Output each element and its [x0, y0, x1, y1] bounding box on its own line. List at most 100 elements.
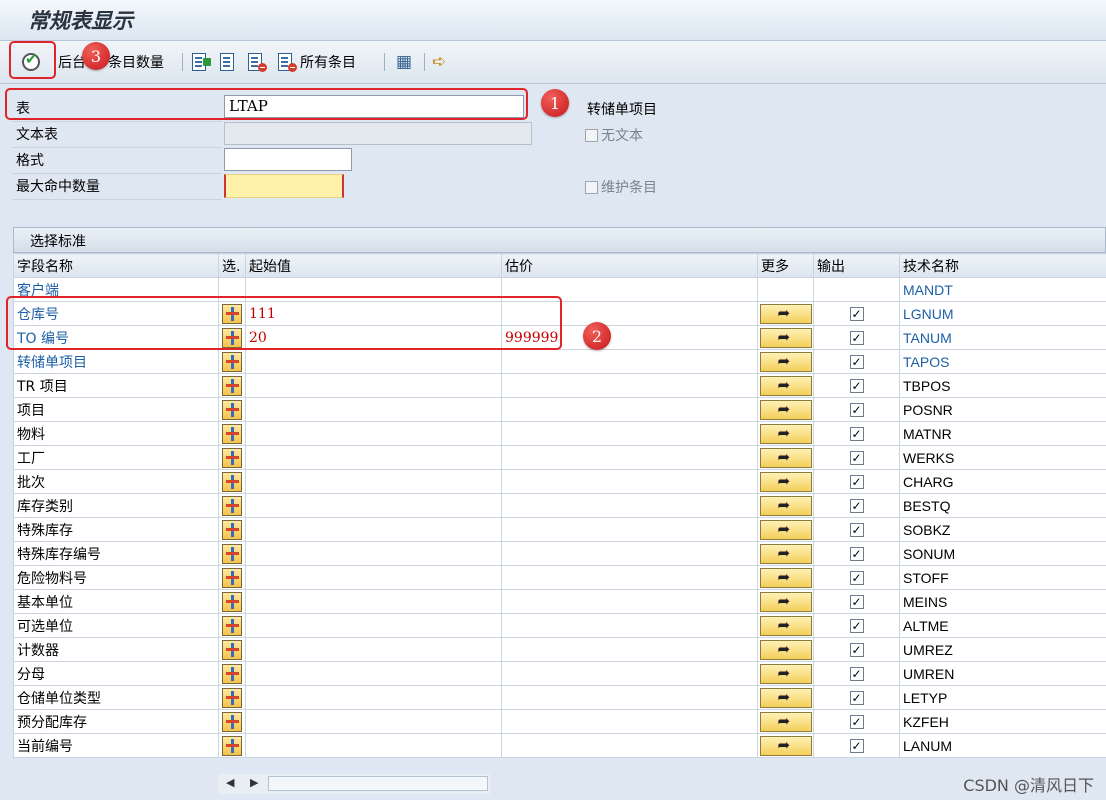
output-checkbox[interactable]: ✓ [849, 378, 864, 393]
field-list-button[interactable] [220, 51, 234, 73]
multiple-selection-button[interactable] [759, 351, 812, 372]
from-value-input[interactable] [245, 445, 502, 470]
from-value-input[interactable] [245, 421, 502, 446]
from-value-input[interactable] [245, 613, 502, 638]
multiple-selection-button[interactable] [759, 303, 812, 324]
from-value-input[interactable] [245, 373, 502, 398]
export-button[interactable]: ➪ [432, 51, 446, 73]
output-checkbox[interactable]: ✓ [849, 522, 864, 537]
select-options-icon[interactable] [222, 615, 242, 636]
from-value-input[interactable] [245, 565, 502, 590]
from-value-input[interactable] [245, 661, 502, 686]
to-value-input[interactable] [501, 493, 758, 518]
select-options-icon[interactable] [222, 663, 242, 684]
horizontal-scrollbar[interactable]: ◀ ▶ [218, 774, 490, 794]
output-checkbox[interactable]: ✓ [849, 546, 864, 561]
select-options-icon[interactable] [222, 639, 242, 660]
multiple-selection-button[interactable] [759, 327, 812, 348]
multiple-selection-button[interactable] [759, 423, 812, 444]
select-options-icon[interactable] [222, 687, 242, 708]
select-options-icon[interactable] [222, 399, 242, 420]
multiple-selection-button[interactable] [759, 399, 812, 420]
to-value-input[interactable] [501, 445, 758, 470]
select-fields-button[interactable] [192, 51, 211, 73]
to-value-input[interactable] [501, 685, 758, 710]
to-value-input[interactable] [501, 565, 758, 590]
to-value-input[interactable] [501, 589, 758, 614]
from-value-input[interactable] [245, 685, 502, 710]
multiple-selection-button[interactable] [759, 663, 812, 684]
to-value-input[interactable] [501, 517, 758, 542]
output-checkbox[interactable]: ✓ [849, 498, 864, 513]
output-checkbox[interactable]: ✓ [849, 690, 864, 705]
to-value-input[interactable] [501, 613, 758, 638]
all-entries-button[interactable]: 所有条目 [278, 51, 356, 73]
to-value-input[interactable] [501, 349, 758, 374]
select-options-icon[interactable] [222, 375, 242, 396]
from-value-input[interactable] [245, 469, 502, 494]
multiple-selection-button[interactable] [759, 519, 812, 540]
select-options-icon[interactable] [222, 591, 242, 612]
output-checkbox[interactable]: ✓ [849, 666, 864, 681]
multiple-selection-button[interactable] [759, 735, 812, 756]
output-checkbox[interactable]: ✓ [849, 474, 864, 489]
delete-selection-button[interactable] [248, 51, 267, 73]
multiple-selection-button[interactable] [759, 615, 812, 636]
multiple-selection-button[interactable] [759, 375, 812, 396]
select-options-icon[interactable] [222, 423, 242, 444]
to-value-input[interactable] [501, 637, 758, 662]
from-value-input[interactable] [245, 349, 502, 374]
table-name-input[interactable]: LTAP [224, 95, 524, 118]
output-checkbox[interactable]: ✓ [849, 738, 864, 753]
scroll-right-icon[interactable]: ▶ [250, 776, 258, 789]
multiple-selection-button[interactable] [759, 495, 812, 516]
to-value-input[interactable] [501, 709, 758, 734]
from-value-input[interactable] [245, 733, 502, 758]
output-checkbox[interactable]: ✓ [849, 450, 864, 465]
to-value-input[interactable] [501, 469, 758, 494]
from-value-input[interactable] [245, 589, 502, 614]
from-value-input[interactable] [245, 493, 502, 518]
output-checkbox[interactable]: ✓ [849, 402, 864, 417]
output-checkbox[interactable]: ✓ [849, 714, 864, 729]
from-value-input[interactable] [245, 517, 502, 542]
output-checkbox[interactable]: ✓ [849, 618, 864, 633]
select-options-icon[interactable] [222, 471, 242, 492]
from-value-input[interactable] [245, 541, 502, 566]
output-checkbox[interactable]: ✓ [849, 354, 864, 369]
multiple-selection-button[interactable] [759, 471, 812, 492]
select-options-icon[interactable] [222, 495, 242, 516]
multiple-selection-button[interactable] [759, 591, 812, 612]
from-value-input[interactable] [245, 397, 502, 422]
output-checkbox[interactable]: ✓ [849, 306, 864, 321]
multiple-selection-button[interactable] [759, 639, 812, 660]
output-checkbox[interactable]: ✓ [849, 426, 864, 441]
output-checkbox[interactable]: ✓ [849, 642, 864, 657]
output-checkbox[interactable]: ✓ [849, 594, 864, 609]
select-options-icon[interactable] [222, 735, 242, 756]
format-input[interactable] [224, 148, 352, 171]
select-options-icon[interactable] [222, 447, 242, 468]
to-value-input[interactable] [501, 397, 758, 422]
settings-button[interactable]: ▦ [396, 51, 412, 73]
multiple-selection-button[interactable] [759, 543, 812, 564]
max-hits-input[interactable] [224, 174, 344, 198]
no-text-checkbox[interactable]: 无文本 [585, 125, 643, 145]
output-checkbox[interactable]: ✓ [849, 570, 864, 585]
select-options-icon[interactable] [222, 711, 242, 732]
scroll-left-icon[interactable]: ◀ [226, 776, 234, 789]
to-value-input[interactable] [501, 661, 758, 686]
select-options-icon[interactable] [222, 567, 242, 588]
to-value-input[interactable] [501, 541, 758, 566]
to-value-input[interactable] [501, 373, 758, 398]
select-options-icon[interactable] [222, 351, 242, 372]
from-value-input[interactable] [245, 637, 502, 662]
to-value-input[interactable] [501, 733, 758, 758]
output-checkbox[interactable]: ✓ [849, 330, 864, 345]
entries-count-button[interactable]: 条目数量 [108, 51, 164, 73]
scroll-thumb[interactable] [268, 776, 488, 791]
to-value-input[interactable] [501, 421, 758, 446]
multiple-selection-button[interactable] [759, 447, 812, 468]
multiple-selection-button[interactable] [759, 687, 812, 708]
from-value-input[interactable] [245, 709, 502, 734]
